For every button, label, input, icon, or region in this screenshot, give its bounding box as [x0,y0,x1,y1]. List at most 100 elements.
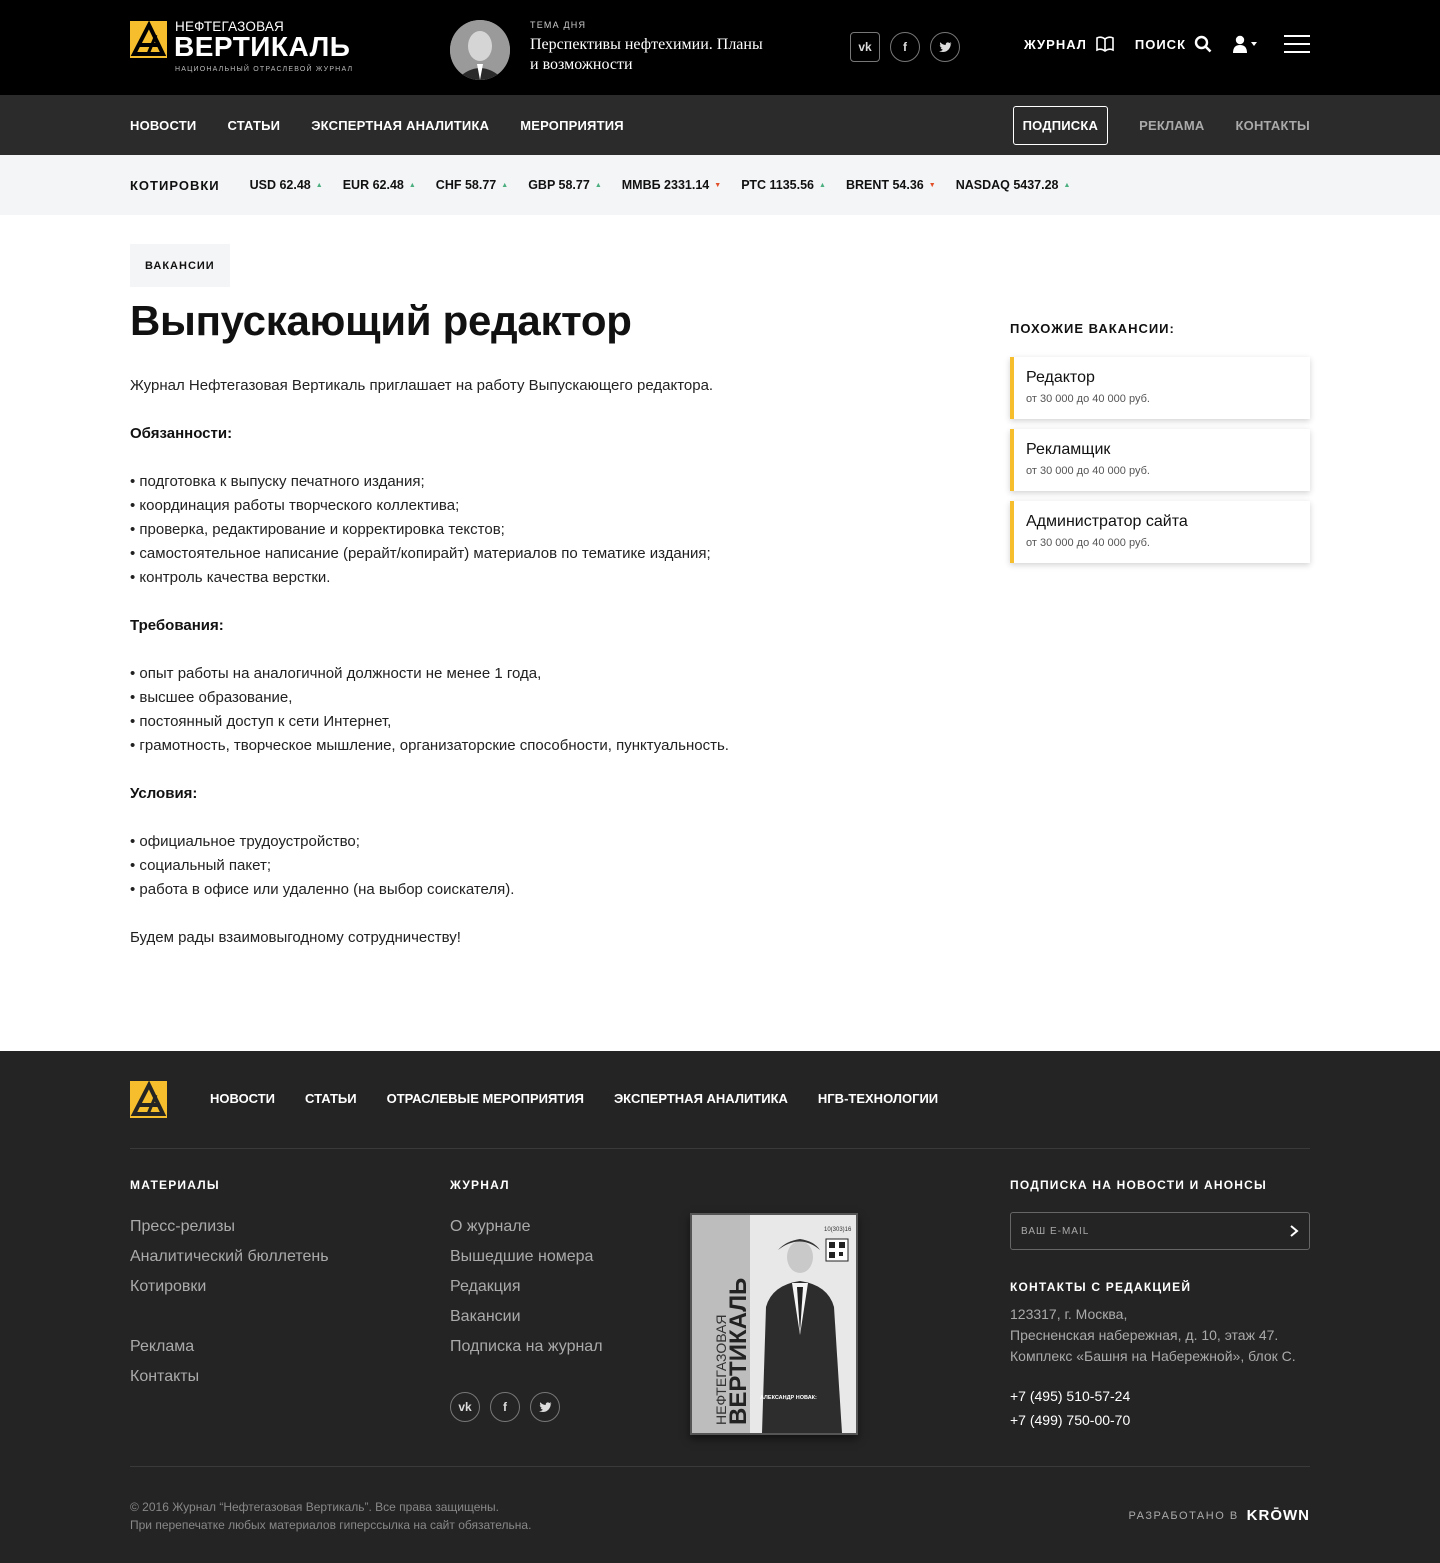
vacancy-card[interactable]: Рекламщик от 30 000 до 40 000 руб. [1010,429,1310,491]
footer-link[interactable]: Реклама [130,1332,329,1362]
duties-heading: Обязанности: [130,425,233,442]
quote-item[interactable]: CHF 58.77 ▲ [436,178,508,192]
footer-nav-tech[interactable]: НГВ-ТЕХНОЛОГИИ [818,1091,938,1106]
vacancy-card[interactable]: Администратор сайта от 30 000 до 40 000 … [1010,501,1310,563]
quotes-title[interactable]: КОТИРОВКИ [130,178,220,193]
copyright-line: © 2016 Журнал “Нефтегазовая Вертикаль”. … [130,1500,499,1514]
list-item: • опыт работы на аналогичной должности н… [130,665,542,682]
quote-item[interactable]: ММВБ 2331.14 ▼ [622,178,721,192]
top-bar: НЕФТЕГАЗОВАЯ ВЕРТИКАЛЬ НАЦИОНАЛЬНЫЙ ОТРА… [0,0,1440,95]
quote-label: EUR 62.48 [342,178,404,192]
nav-ads[interactable]: РЕКЛАМА [1139,118,1204,133]
footer-link[interactable]: Аналитический бюллетень [130,1242,329,1272]
chevron-right-icon[interactable] [1289,1225,1299,1237]
vk-icon[interactable]: vk [850,32,880,62]
search-link[interactable]: ПОИСК [1135,35,1212,53]
arrow-down-icon: ▼ [714,181,722,189]
site-logo[interactable]: НЕФТЕГАЗОВАЯ ВЕРТИКАЛЬ НАЦИОНАЛЬНЫЙ ОТРА… [130,19,360,75]
user-menu[interactable] [1232,35,1258,53]
address-line: 123317, г. Москва, [1010,1306,1128,1322]
header-links: ЖУРНАЛ ПОИСК [1004,35,1310,53]
requirements-heading: Требования: [130,617,224,634]
hamburger-menu-icon[interactable] [1284,35,1310,53]
phone[interactable]: +7 (495) 510-57-24 [1010,1384,1310,1408]
nav-contacts[interactable]: КОНТАКТЫ [1236,118,1310,133]
twitter-icon[interactable] [930,32,960,62]
quote-label: NASDAQ 5437.28 [955,178,1059,192]
twitter-icon[interactable] [530,1392,560,1422]
footer-link[interactable]: Вышедшие номера [450,1242,603,1272]
quote-label: USD 62.48 [249,178,311,192]
quote-item[interactable]: РТС 1135.56 ▲ [741,178,826,192]
quote-item[interactable]: NASDAQ 5437.28 ▲ [956,178,1071,192]
footer-link[interactable]: Редакция [450,1272,603,1302]
footer-social: vk f [450,1392,603,1422]
svg-text:ВЕРТИКАЛЬ: ВЕРТИКАЛЬ [725,1278,752,1425]
address-line: Комплекс «Башня на Набережной», блок С. [1010,1348,1296,1364]
page-title: Выпускающий редактор [130,297,632,344]
address: 123317, г. Москва, Пресненская набережна… [1010,1304,1310,1367]
footer-link[interactable]: Котировки [130,1272,329,1302]
vacancy-card[interactable]: Редактор от 30 000 до 40 000 руб. [1010,357,1310,419]
footer-link[interactable]: Подписка на журнал [450,1332,603,1362]
quote-label: BRENT 54.36 [845,178,924,192]
facebook-icon[interactable]: f [490,1392,520,1422]
footer-materials: МАТЕРИАЛЫ Пресс-релизы Аналитический бюл… [130,1178,329,1392]
vk-icon[interactable]: vk [450,1392,480,1422]
footer-logo-icon[interactable] [130,1081,167,1118]
quote-item[interactable]: USD 62.48 ▲ [250,178,323,192]
nav-analytics[interactable]: ЭКСПЕРТНАЯ АНАЛИТИКА [311,118,489,133]
quote-item[interactable]: BRENT 54.36 ▼ [846,178,936,192]
list-item: • грамотность, творческое мышление, орга… [130,737,729,754]
phone[interactable]: +7 (499) 750-00-70 [1010,1408,1310,1432]
footer-nav-articles[interactable]: СТАТЬИ [305,1091,357,1106]
magazine-cover[interactable]: 10(303)16 НЕФТЕГАЗОВАЯ ВЕРТИКАЛЬ АЛЕКСАН… [690,1213,858,1435]
footer-link[interactable]: Контакты [130,1362,329,1392]
quote-item[interactable]: EUR 62.48 ▲ [343,178,416,192]
similar-vacancies-title: ПОХОЖИЕ ВАКАНСИИ: [1010,321,1175,336]
footer-nav-analytics[interactable]: ЭКСПЕРТНАЯ АНАЛИТИКА [614,1091,788,1106]
arrow-up-icon: ▲ [1063,181,1071,189]
subscribe-button[interactable]: ПОДПИСКА [1012,105,1109,145]
journal-link[interactable]: ЖУРНАЛ [1024,36,1115,52]
footer: НОВОСТИ СТАТЬИ ОТРАСЛЕВЫЕ МЕРОПРИЯТИЯ ЭК… [0,1051,1440,1563]
footer-nav-events[interactable]: ОТРАСЛЕВЫЕ МЕРОПРИЯТИЯ [387,1091,584,1106]
header-social: vk f [850,32,960,62]
arrow-up-icon: ▲ [594,181,602,189]
journal-heading: ЖУРНАЛ [450,1178,510,1192]
outro-text: Будем рады взаимовыгодному сотрудничеств… [130,929,461,946]
topic-of-day[interactable]: ТЕМА ДНЯ Перспективы нефтехимии. Планы и… [450,20,770,80]
footer-journal: ЖУРНАЛ О журнале Вышедшие номера Редакци… [450,1178,603,1422]
nav-news[interactable]: НОВОСТИ [130,118,196,133]
vacancy-salary: от 30 000 до 40 000 руб. [1026,393,1150,405]
developer-credit[interactable]: РАЗРАБОТАНО В KRŌWN [1129,1507,1310,1524]
footer-link[interactable]: О журнале [450,1212,603,1242]
address-line: Пресненская набережная, д. 10, этаж 47. [1010,1327,1279,1343]
footer-link[interactable]: Пресс-релизы [130,1212,329,1242]
footer-nav: НОВОСТИ СТАТЬИ ОТРАСЛЕВЫЕ МЕРОПРИЯТИЯ ЭК… [210,1091,968,1106]
topic-avatar [450,20,510,80]
search-icon [1194,35,1212,53]
copyright-line: При перепечатке любых материалов гиперсс… [130,1518,532,1532]
topic-title[interactable]: Перспективы нефтехимии. Планы и возможно… [530,35,770,75]
quote-label: CHF 58.77 [435,178,497,192]
email-field[interactable]: ВАШ E-MAIL [1010,1212,1310,1250]
developer-logo: KRŌWN [1246,1507,1310,1524]
list-item: • постоянный доступ к сети Интернет, [130,713,392,730]
arrow-down-icon: ▼ [928,181,936,189]
footer-nav-news[interactable]: НОВОСТИ [210,1091,275,1106]
nav-articles[interactable]: СТАТЬИ [227,118,280,133]
list-item: • социальный пакет; [130,857,271,874]
nav-events[interactable]: МЕРОПРИЯТИЯ [520,118,624,133]
vacancy-article: Журнал Нефтегазовая Вертикаль приглашает… [130,374,950,974]
similar-vacancies: ПОХОЖИЕ ВАКАНСИИ: Редактор от 30 000 до … [1010,321,1310,573]
list-item: • официальное трудоустройство; [130,833,360,850]
quote-label: РТС 1135.56 [741,178,814,192]
duties-list: • подготовка к выпуску печатного издания… [130,470,950,590]
list-item: • самостоятельное написание (рерайт/копи… [130,545,711,562]
category-tag[interactable]: ВАКАНСИИ [130,244,230,287]
quote-item[interactable]: GBP 58.77 ▲ [528,178,602,192]
logo-line3: НАЦИОНАЛЬНЫЙ ОТРАСЛЕВОЙ ЖУРНАЛ [175,66,354,73]
footer-link[interactable]: Вакансии [450,1302,603,1332]
facebook-icon[interactable]: f [890,32,920,62]
